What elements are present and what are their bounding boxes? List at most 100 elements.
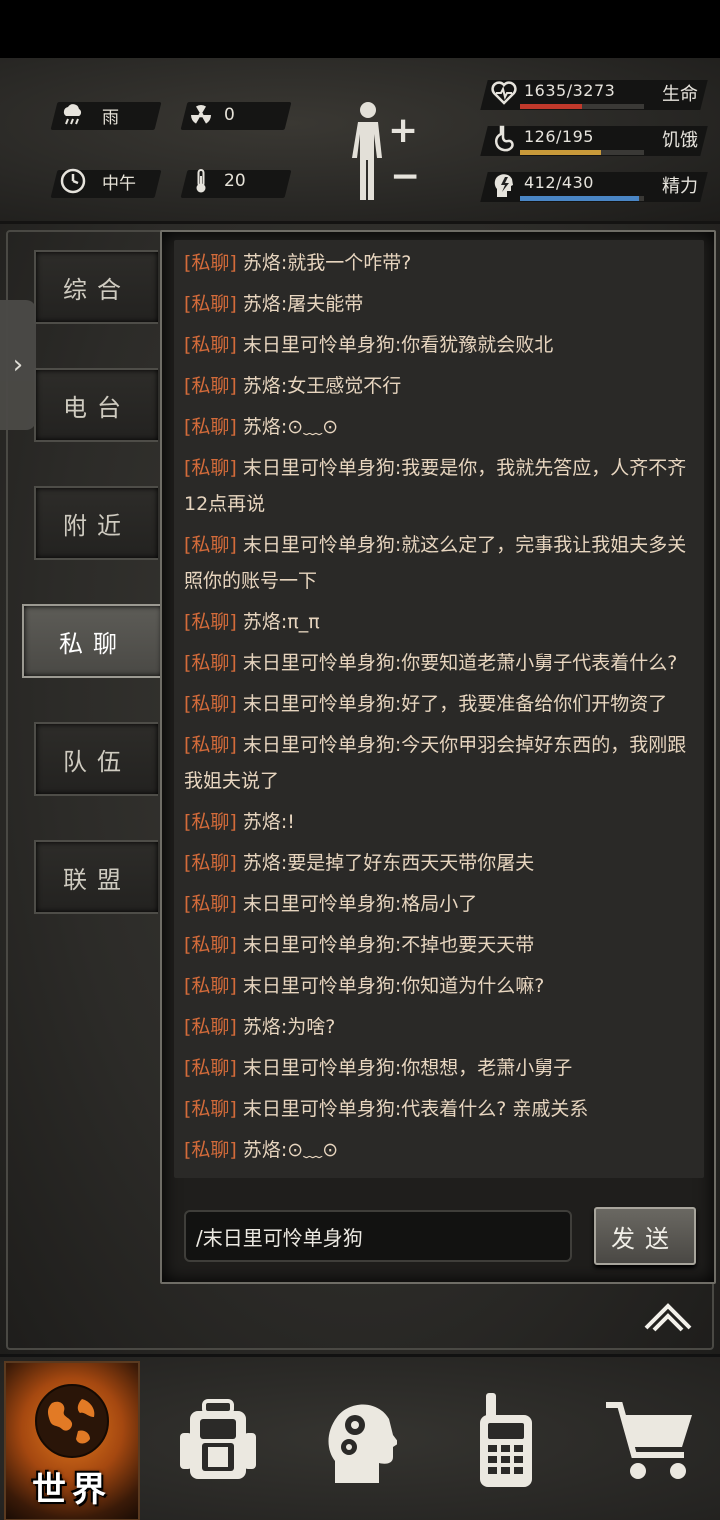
chat-message[interactable]: [私聊] 末日里可怜单身狗:今天你甲羽会掉好东西的，我刚跟我姐夫说了 — [174, 727, 704, 799]
chat-message[interactable]: [私聊] 末日里可怜单身狗:我要是你，我就先答应，人齐不齐12点再说 — [174, 450, 704, 522]
chat-message-text: 末日里可怜单身狗:今天你甲羽会掉好东西的，我刚跟我姐夫说了 — [184, 734, 687, 792]
chat-channel-tag: [私聊] — [184, 852, 237, 874]
chat-message-text: 末日里可怜单身狗:你知道为什么嘛? — [242, 975, 545, 997]
chat-channel-tag: [私聊] — [184, 611, 237, 633]
walkie-talkie-icon — [480, 1393, 532, 1487]
chat-message-text: 苏烙:就我一个咋带? — [242, 252, 412, 274]
chat-channel-tag: [私聊] — [184, 693, 237, 715]
chat-channel-tag: [私聊] — [184, 1098, 237, 1120]
head-gears-icon — [328, 1404, 397, 1483]
chat-channel-tag: [私聊] — [184, 1016, 237, 1038]
hunger-bar — [520, 150, 601, 155]
chat-channel-tag: [私聊] — [184, 334, 237, 356]
chat-message[interactable]: [私聊] 末日里可怜单身狗:你想想，老萧小舅子 — [174, 1050, 704, 1086]
hunger-value: 126/195 — [524, 127, 594, 146]
drawer-expand-button[interactable]: › — [0, 300, 36, 430]
stat-health: 1635/3273 生命 — [478, 76, 710, 110]
chat-channel-tag: [私聊] — [184, 457, 237, 479]
collapse-button[interactable] — [640, 1296, 696, 1336]
tab-3[interactable]: 私聊 — [22, 604, 162, 678]
chat-channel-tag: [私聊] — [184, 1139, 237, 1161]
chat-message[interactable]: [私聊] 末日里可怜单身狗:就这么定了，完事我让我姐夫多关照你的账号一下 — [174, 527, 704, 599]
chat-message[interactable]: [私聊] 末日里可怜单身狗:代表着什么? 亲戚关系 — [174, 1091, 704, 1127]
chat-message-text: 末日里可怜单身狗:好了，我要准备给你们开物资了 — [242, 693, 668, 715]
chat-message-text: 苏烙:要是掉了好东西天天带你屠夫 — [242, 852, 535, 874]
chevron-up-icon — [644, 1303, 692, 1332]
chat-message[interactable]: [私聊] 苏烙:屠夫能带 — [174, 286, 704, 322]
backpack-icon — [180, 1399, 256, 1479]
chat-message[interactable]: [私聊] 末日里可怜单身狗:你看犹豫就会败北 — [174, 327, 704, 363]
chat-message-text: 末日里可怜单身狗:代表着什么? 亲戚关系 — [242, 1098, 589, 1120]
chat-message[interactable]: [私聊] 苏烙:要是掉了好东西天天带你屠夫 — [174, 845, 704, 881]
energy-bar — [520, 196, 640, 201]
chat-message[interactable]: [私聊] 末日里可怜单身狗:你知道为什么嘛? — [174, 968, 704, 1004]
bottom-navigation: 世界 — [0, 1354, 720, 1520]
chat-message[interactable]: [私聊] 苏烙:⊙﹏⊙ — [174, 409, 704, 445]
temperature-value: 20 — [224, 171, 246, 191]
tab-0[interactable]: 综合 — [34, 250, 158, 324]
chat-message[interactable]: [私聊] 苏烙:就我一个咋带? — [174, 245, 704, 281]
chat-message-text: 苏烙:屠夫能带 — [242, 293, 364, 315]
nav-shop[interactable] — [580, 1361, 720, 1520]
radiation-value: 0 — [224, 105, 235, 125]
chat-message-text: 末日里可怜单身狗:格局小了 — [242, 893, 478, 915]
tab-2[interactable]: 附近 — [34, 486, 158, 560]
chat-channel-tag: [私聊] — [184, 534, 237, 556]
radiation-icon — [188, 102, 214, 128]
tab-4[interactable]: 队伍 — [34, 722, 158, 796]
chat-message[interactable]: [私聊] 苏烙:女王感觉不行 — [174, 368, 704, 404]
chat-message[interactable]: [私聊] 末日里可怜单身狗:不掉也要天天带 — [174, 927, 704, 963]
weather-indicator[interactable]: 雨 — [60, 102, 119, 128]
chat-message[interactable]: [私聊] 末日里可怜单身狗:格局小了 — [174, 886, 704, 922]
tab-5[interactable]: 联盟 — [34, 840, 158, 914]
message-list[interactable]: [私聊] 苏烙:就我一个咋带? [私聊] 苏烙:屠夫能带 [私聊] 末日里可怜单身狗… — [174, 240, 704, 1178]
chat-channel-tag: [私聊] — [184, 252, 237, 274]
chat-message[interactable]: [私聊] 末日里可怜单身狗:你要知道老萧小舅子代表着什么? — [174, 645, 704, 681]
chat-message[interactable]: [私聊] 苏烙:! — [174, 804, 704, 840]
chat-channel-tag: [私聊] — [184, 975, 237, 997]
lightning-head-icon — [490, 170, 518, 200]
system-status-bar — [0, 0, 720, 58]
stat-hunger: 126/195 饥饿 — [478, 122, 710, 156]
health-bar — [520, 104, 582, 109]
chat-message[interactable]: [私聊] 苏烙:π_π — [174, 604, 704, 640]
nav-world-label: 世界 — [32, 1470, 112, 1510]
chat-message-text: 末日里可怜单身狗:你想想，老萧小舅子 — [242, 1057, 573, 1079]
nav-radio[interactable] — [436, 1361, 576, 1520]
chat-channel-tag: [私聊] — [184, 416, 237, 438]
chat-message[interactable]: [私聊] 末日里可怜单身狗:好了，我要准备给你们开物资了 — [174, 686, 704, 722]
hunger-label: 饥饿 — [662, 130, 698, 151]
nav-skills[interactable] — [292, 1361, 432, 1520]
chat-message-text: 末日里可怜单身狗:就这么定了，完事我让我姐夫多关照你的账号一下 — [184, 534, 687, 592]
temperature-indicator[interactable]: 20 — [188, 168, 246, 194]
chat-message-text: 苏烙:⊙﹏⊙ — [242, 1139, 339, 1161]
globe-icon — [35, 1384, 109, 1458]
tab-1[interactable]: 电台 — [34, 368, 158, 442]
time-indicator[interactable]: 中午 — [60, 168, 136, 194]
time-value: 中午 — [102, 173, 136, 194]
message-input[interactable]: /末日里可怜单身狗 — [184, 1210, 572, 1262]
chat-message[interactable]: [私聊] 苏烙:为啥? — [174, 1009, 704, 1045]
chat-panel: [私聊] 苏烙:就我一个咋带? [私聊] 苏烙:屠夫能带 [私聊] 末日里可怜单身狗… — [160, 230, 716, 1284]
shopping-cart-icon — [606, 1402, 692, 1479]
chat-channel-tag: [私聊] — [184, 1057, 237, 1079]
stomach-icon — [490, 124, 518, 154]
radiation-indicator[interactable]: 0 — [188, 102, 235, 128]
nav-backpack[interactable] — [148, 1361, 288, 1520]
chat-message-text: 苏烙:π_π — [242, 611, 320, 633]
minus-icon[interactable]: − — [390, 156, 420, 197]
health-value: 1635/3273 — [524, 81, 616, 100]
energy-label: 精力 — [662, 176, 698, 197]
chat-message-text: 苏烙:女王感觉不行 — [242, 375, 402, 397]
chat-message-text: 苏烙:⊙﹏⊙ — [242, 416, 339, 438]
health-label: 生命 — [662, 84, 698, 105]
send-button[interactable]: 发送 — [594, 1207, 696, 1265]
plus-icon[interactable]: + — [388, 110, 418, 151]
heart-icon — [490, 78, 518, 108]
chat-channel-tag: [私聊] — [184, 293, 237, 315]
thermometer-icon — [188, 168, 214, 194]
nav-world[interactable]: 世界 — [4, 1361, 140, 1520]
chat-channel-tag: [私聊] — [184, 934, 237, 956]
chat-message-text: 苏烙:! — [242, 811, 295, 833]
chat-message[interactable]: [私聊] 苏烙:⊙﹏⊙ — [174, 1132, 704, 1168]
